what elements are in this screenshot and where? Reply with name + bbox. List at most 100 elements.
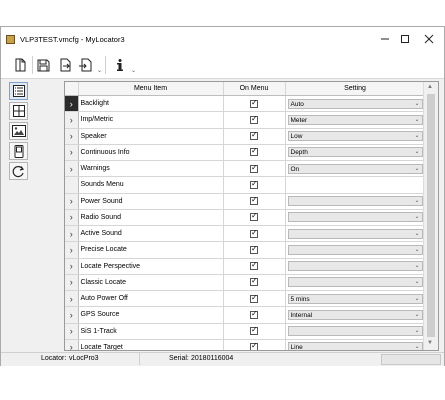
expand-arrow-icon[interactable]: › (70, 212, 73, 222)
setting-dropdown[interactable]: Internal ⌄ (287, 309, 423, 320)
menu-item-name[interactable]: Radio Sound (78, 209, 224, 227)
expand-arrow-icon[interactable]: › (70, 229, 73, 239)
column-header-on-menu[interactable]: On Menu (223, 82, 286, 96)
menu-item-name[interactable]: Power Sound (78, 193, 224, 210)
expand-arrow-icon[interactable]: › (70, 147, 73, 157)
setting-dropdown[interactable]: Depth ⌄ (287, 147, 423, 158)
expand-arrow-icon[interactable]: › (70, 115, 73, 125)
on-menu-checkbox[interactable]: ✓ (250, 341, 258, 350)
row-expand-cell[interactable]: › (65, 274, 79, 292)
chevron-down-icon[interactable]: ⌄ (414, 262, 419, 270)
chevron-down-icon[interactable]: ⌄ (414, 230, 419, 238)
menu-list-icon[interactable] (9, 82, 28, 100)
on-menu-checkbox[interactable]: ✓ (250, 211, 258, 222)
setting-dropdown[interactable]: On ⌄ (287, 163, 423, 174)
row-expand-cell[interactable]: › (65, 225, 79, 243)
table-row[interactable]: Sounds Menu ✓ (65, 176, 426, 194)
menu-item-name[interactable]: SiS 1-Track (78, 323, 224, 340)
row-expand-cell[interactable]: › (65, 323, 79, 340)
on-menu-checkbox[interactable]: ✓ (250, 195, 258, 206)
expand-arrow-icon[interactable]: › (70, 164, 73, 174)
row-expand-cell[interactable]: › (65, 160, 79, 178)
setting-dropdown[interactable]: Auto ⌄ (287, 98, 423, 109)
setting-dropdown[interactable]: Line ⌄ (287, 342, 423, 350)
table-row[interactable]: › Backlight ✓ Auto ⌄ (65, 95, 426, 113)
table-row[interactable]: › Active Sound ✓ ⌄ (65, 225, 426, 243)
row-expand-cell[interactable]: › (65, 95, 79, 113)
on-menu-checkbox[interactable]: ✓ (250, 146, 258, 157)
row-expand-cell[interactable]: › (65, 193, 79, 210)
chevron-down-icon[interactable]: ⌄ (414, 197, 419, 205)
on-menu-checkbox[interactable]: ✓ (250, 325, 258, 336)
row-expand-cell[interactable]: › (65, 144, 79, 162)
expand-arrow-icon[interactable]: › (70, 326, 73, 336)
on-menu-checkbox[interactable]: ✓ (250, 276, 258, 287)
column-header-setting[interactable]: Setting (285, 82, 426, 96)
title-bar[interactable]: VLP3TEST.vmcfg - MyLocator3 (1, 27, 444, 52)
table-row[interactable]: › Precise Locate ✓ ⌄ (65, 241, 426, 259)
info-icon[interactable] (111, 56, 129, 74)
minimize-icon[interactable] (376, 31, 394, 47)
on-menu-checkbox[interactable]: ✓ (250, 163, 258, 173)
scroll-down-icon[interactable]: ▼ (427, 340, 433, 346)
chevron-down-icon[interactable]: ⌄ (97, 67, 102, 74)
row-expand-cell[interactable]: › (65, 339, 79, 350)
chevron-down-icon[interactable]: ⌄ (414, 278, 419, 286)
menu-item-name[interactable]: Auto Power Off (78, 290, 224, 308)
chevron-down-icon[interactable]: ⌄ (414, 100, 419, 108)
menu-item-name[interactable]: Backlight (78, 95, 224, 113)
refresh-icon[interactable] (9, 162, 28, 180)
image-icon[interactable] (9, 122, 28, 140)
table-row[interactable]: › Power Sound ✓ ⌄ (65, 193, 426, 210)
chevron-down-icon[interactable]: ⌄ (414, 343, 419, 350)
row-expand-cell[interactable]: › (65, 241, 79, 259)
chevron-down-icon[interactable]: ⌄ (414, 295, 419, 303)
menu-item-name[interactable]: GPS Source (78, 306, 224, 324)
chevron-down-icon[interactable]: ⌄ (414, 116, 419, 124)
setting-dropdown[interactable]: ⌄ (287, 244, 423, 255)
setting-dropdown[interactable]: ⌄ (287, 212, 423, 223)
table-row[interactable]: › Radio Sound ✓ ⌄ (65, 209, 426, 227)
on-menu-checkbox[interactable]: ✓ (250, 114, 258, 124)
chevron-down-icon[interactable]: ⌄ (414, 148, 419, 156)
expand-arrow-icon[interactable]: › (70, 310, 73, 320)
menu-item-name[interactable]: Locate Perspective (78, 258, 224, 275)
expand-arrow-icon[interactable]: › (70, 261, 73, 271)
row-expand-cell[interactable]: › (65, 306, 79, 324)
table-row[interactable]: › Imp/Metric ✓ Meter ⌄ (65, 111, 426, 129)
setting-dropdown[interactable]: ⌄ (287, 196, 423, 207)
setting-dropdown[interactable]: ⌄ (287, 277, 423, 288)
menu-item-name[interactable]: Classic Locate (78, 274, 224, 292)
on-menu-checkbox[interactable]: ✓ (250, 228, 258, 238)
expand-arrow-icon[interactable]: › (70, 131, 73, 141)
table-row[interactable]: › SiS 1-Track ✓ ⌄ (65, 323, 426, 340)
table-row[interactable]: › Speaker ✓ Low ⌄ (65, 128, 426, 145)
setting-dropdown[interactable]: ⌄ (287, 228, 423, 239)
row-expand-cell[interactable]: › (65, 209, 79, 227)
setting-dropdown[interactable]: Low ⌄ (287, 131, 423, 142)
row-expand-cell[interactable]: › (65, 290, 79, 308)
chevron-down-icon[interactable]: ⌄ (414, 311, 419, 319)
scrollbar-thumb[interactable] (427, 94, 435, 337)
table-row[interactable]: › GPS Source ✓ Internal ⌄ (65, 306, 426, 324)
setting-dropdown[interactable]: ⌄ (287, 326, 423, 337)
table-row[interactable]: › Classic Locate ✓ ⌄ (65, 274, 426, 292)
chevron-down-icon[interactable]: ⌄ (414, 327, 419, 335)
menu-item-name[interactable]: Sounds Menu (78, 176, 224, 194)
chevron-down-icon[interactable]: ⌄ (414, 132, 419, 140)
on-menu-checkbox[interactable]: ✓ (250, 179, 258, 189)
column-header-menu-item[interactable]: Menu Item (78, 82, 224, 96)
menu-item-name[interactable]: Speaker (78, 128, 224, 145)
menu-item-name[interactable]: Imp/Metric (78, 111, 224, 129)
on-menu-checkbox[interactable]: ✓ (250, 293, 258, 303)
on-menu-checkbox[interactable]: ✓ (250, 309, 258, 319)
maximize-icon[interactable] (396, 31, 414, 47)
table-row[interactable]: › Continuous Info ✓ Depth ⌄ (65, 144, 426, 162)
chevron-down-icon[interactable]: ⌄ (414, 165, 419, 173)
menu-item-name[interactable]: Locate Target (78, 339, 224, 350)
vertical-scrollbar[interactable]: ▲ ▼ (423, 82, 438, 350)
on-menu-checkbox[interactable]: ✓ (250, 244, 258, 254)
table-row[interactable]: › Warnings ✓ On ⌄ (65, 160, 426, 178)
expand-arrow-icon[interactable]: › (70, 245, 73, 255)
chevron-down-icon[interactable]: ⌄ (414, 213, 419, 221)
